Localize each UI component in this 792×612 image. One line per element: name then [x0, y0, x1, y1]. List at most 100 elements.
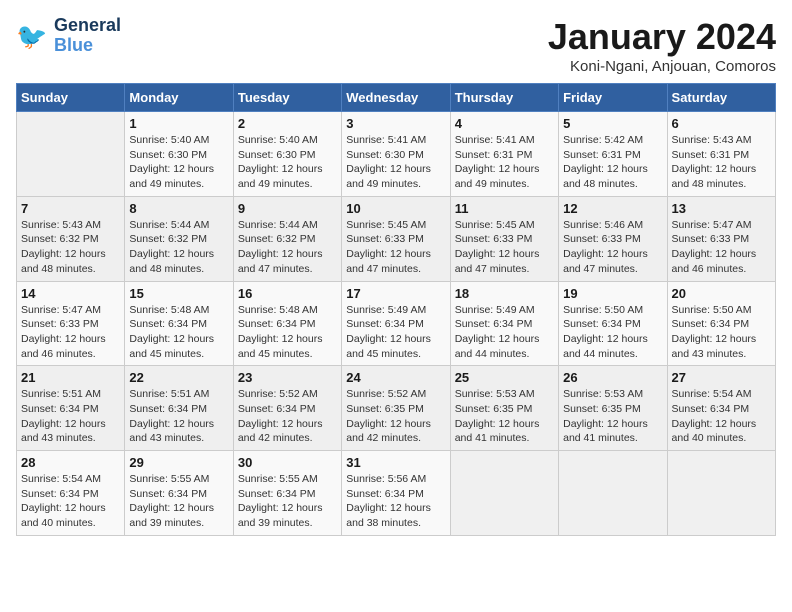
calendar-cell: 17 Sunrise: 5:49 AM Sunset: 6:34 PM Dayli… — [342, 281, 450, 366]
calendar-cell: 11 Sunrise: 5:45 AM Sunset: 6:33 PM Dayli… — [450, 196, 558, 281]
day-info: Sunrise: 5:47 AM Sunset: 6:33 PM Dayligh… — [21, 303, 120, 362]
calendar-cell: 26 Sunrise: 5:53 AM Sunset: 6:35 PM Dayli… — [559, 366, 667, 451]
day-number: 13 — [672, 201, 771, 216]
days-of-week-row: SundayMondayTuesdayWednesdayThursdayFrid… — [17, 84, 776, 112]
calendar-cell: 10 Sunrise: 5:45 AM Sunset: 6:33 PM Dayli… — [342, 196, 450, 281]
day-number: 17 — [346, 286, 445, 301]
day-info: Sunrise: 5:45 AM Sunset: 6:33 PM Dayligh… — [455, 218, 554, 277]
day-info: Sunrise: 5:43 AM Sunset: 6:32 PM Dayligh… — [21, 218, 120, 277]
day-info: Sunrise: 5:44 AM Sunset: 6:32 PM Dayligh… — [129, 218, 228, 277]
calendar-cell: 14 Sunrise: 5:47 AM Sunset: 6:33 PM Dayli… — [17, 281, 125, 366]
calendar-week-3: 14 Sunrise: 5:47 AM Sunset: 6:33 PM Dayli… — [17, 281, 776, 366]
day-info: Sunrise: 5:40 AM Sunset: 6:30 PM Dayligh… — [129, 133, 228, 192]
day-info: Sunrise: 5:54 AM Sunset: 6:34 PM Dayligh… — [672, 387, 771, 446]
day-number: 8 — [129, 201, 228, 216]
day-info: Sunrise: 5:50 AM Sunset: 6:34 PM Dayligh… — [563, 303, 662, 362]
day-header-sunday: Sunday — [17, 84, 125, 112]
day-number: 14 — [21, 286, 120, 301]
day-info: Sunrise: 5:53 AM Sunset: 6:35 PM Dayligh… — [563, 387, 662, 446]
day-header-wednesday: Wednesday — [342, 84, 450, 112]
day-number: 26 — [563, 370, 662, 385]
calendar-cell: 8 Sunrise: 5:44 AM Sunset: 6:32 PM Daylig… — [125, 196, 233, 281]
calendar-week-2: 7 Sunrise: 5:43 AM Sunset: 6:32 PM Daylig… — [17, 196, 776, 281]
location-title: Koni-Ngani, Anjouan, Comoros — [548, 58, 776, 75]
day-header-tuesday: Tuesday — [233, 84, 341, 112]
day-number: 12 — [563, 201, 662, 216]
day-info: Sunrise: 5:55 AM Sunset: 6:34 PM Dayligh… — [129, 472, 228, 531]
day-info: Sunrise: 5:40 AM Sunset: 6:30 PM Dayligh… — [238, 133, 337, 192]
calendar-cell: 31Sunrise: 5:56 AM Sunset: 6:34 PM Dayli… — [342, 451, 450, 536]
calendar-cell: 1Sunrise: 5:40 AM Sunset: 6:30 PM Daylig… — [125, 112, 233, 197]
day-info: Sunrise: 5:51 AM Sunset: 6:34 PM Dayligh… — [129, 387, 228, 446]
day-number: 21 — [21, 370, 120, 385]
calendar-week-5: 28 Sunrise: 5:54 AM Sunset: 6:34 PM Dayli… — [17, 451, 776, 536]
day-number: 28 — [21, 455, 120, 470]
calendar-cell: 22 Sunrise: 5:51 AM Sunset: 6:34 PM Dayli… — [125, 366, 233, 451]
calendar-cell: 15Sunrise: 5:48 AM Sunset: 6:34 PM Dayli… — [125, 281, 233, 366]
day-header-thursday: Thursday — [450, 84, 558, 112]
day-info: Sunrise: 5:55 AM Sunset: 6:34 PM Dayligh… — [238, 472, 337, 531]
calendar-header: SundayMondayTuesdayWednesdayThursdayFrid… — [17, 84, 776, 112]
calendar-week-4: 21 Sunrise: 5:51 AM Sunset: 6:34 PM Dayli… — [17, 366, 776, 451]
day-number: 16 — [238, 286, 337, 301]
calendar-cell: 5 Sunrise: 5:42 AM Sunset: 6:31 PM Daylig… — [559, 112, 667, 197]
day-info: Sunrise: 5:54 AM Sunset: 6:34 PM Dayligh… — [21, 472, 120, 531]
day-number: 22 — [129, 370, 228, 385]
calendar-cell: 23Sunrise: 5:52 AM Sunset: 6:34 PM Dayli… — [233, 366, 341, 451]
day-number: 11 — [455, 201, 554, 216]
calendar-cell: 3Sunrise: 5:41 AM Sunset: 6:30 PM Daylig… — [342, 112, 450, 197]
calendar-cell: 2 Sunrise: 5:40 AM Sunset: 6:30 PM Daylig… — [233, 112, 341, 197]
page-header: 🐦 General Blue January 2024 Koni-Ngani, … — [16, 16, 776, 75]
calendar-cell: 7 Sunrise: 5:43 AM Sunset: 6:32 PM Daylig… — [17, 196, 125, 281]
day-number: 24 — [346, 370, 445, 385]
day-header-saturday: Saturday — [667, 84, 775, 112]
calendar-cell: 20 Sunrise: 5:50 AM Sunset: 6:34 PM Dayli… — [667, 281, 775, 366]
day-number: 25 — [455, 370, 554, 385]
calendar-cell: 18Sunrise: 5:49 AM Sunset: 6:34 PM Dayli… — [450, 281, 558, 366]
day-info: Sunrise: 5:47 AM Sunset: 6:33 PM Dayligh… — [672, 218, 771, 277]
logo-blue-text: Blue — [54, 36, 121, 56]
logo-general-text: General — [54, 16, 121, 36]
day-info: Sunrise: 5:45 AM Sunset: 6:33 PM Dayligh… — [346, 218, 445, 277]
calendar-cell — [559, 451, 667, 536]
day-header-friday: Friday — [559, 84, 667, 112]
day-number: 5 — [563, 116, 662, 131]
calendar-cell — [450, 451, 558, 536]
day-info: Sunrise: 5:48 AM Sunset: 6:34 PM Dayligh… — [238, 303, 337, 362]
day-info: Sunrise: 5:50 AM Sunset: 6:34 PM Dayligh… — [672, 303, 771, 362]
day-info: Sunrise: 5:41 AM Sunset: 6:30 PM Dayligh… — [346, 133, 445, 192]
calendar-cell: 29Sunrise: 5:55 AM Sunset: 6:34 PM Dayli… — [125, 451, 233, 536]
day-info: Sunrise: 5:56 AM Sunset: 6:34 PM Dayligh… — [346, 472, 445, 531]
day-number: 9 — [238, 201, 337, 216]
day-info: Sunrise: 5:53 AM Sunset: 6:35 PM Dayligh… — [455, 387, 554, 446]
calendar-cell — [17, 112, 125, 197]
calendar-cell: 30 Sunrise: 5:55 AM Sunset: 6:34 PM Dayli… — [233, 451, 341, 536]
calendar-cell: 6Sunrise: 5:43 AM Sunset: 6:31 PM Daylig… — [667, 112, 775, 197]
day-number: 7 — [21, 201, 120, 216]
day-info: Sunrise: 5:52 AM Sunset: 6:35 PM Dayligh… — [346, 387, 445, 446]
day-info: Sunrise: 5:49 AM Sunset: 6:34 PM Dayligh… — [346, 303, 445, 362]
day-number: 20 — [672, 286, 771, 301]
day-info: Sunrise: 5:41 AM Sunset: 6:31 PM Dayligh… — [455, 133, 554, 192]
day-number: 30 — [238, 455, 337, 470]
logo: 🐦 General Blue — [16, 16, 121, 56]
calendar-cell: 9 Sunrise: 5:44 AM Sunset: 6:32 PM Daylig… — [233, 196, 341, 281]
day-info: Sunrise: 5:44 AM Sunset: 6:32 PM Dayligh… — [238, 218, 337, 277]
day-number: 2 — [238, 116, 337, 131]
svg-text:🐦: 🐦 — [16, 23, 47, 51]
calendar-cell: 21 Sunrise: 5:51 AM Sunset: 6:34 PM Dayli… — [17, 366, 125, 451]
day-number: 15 — [129, 286, 228, 301]
title-area: January 2024 Koni-Ngani, Anjouan, Comoro… — [548, 16, 776, 75]
day-number: 10 — [346, 201, 445, 216]
day-info: Sunrise: 5:42 AM Sunset: 6:31 PM Dayligh… — [563, 133, 662, 192]
calendar-cell: 27Sunrise: 5:54 AM Sunset: 6:34 PM Dayli… — [667, 366, 775, 451]
day-number: 23 — [238, 370, 337, 385]
day-info: Sunrise: 5:49 AM Sunset: 6:34 PM Dayligh… — [455, 303, 554, 362]
day-info: Sunrise: 5:43 AM Sunset: 6:31 PM Dayligh… — [672, 133, 771, 192]
calendar-week-1: 1Sunrise: 5:40 AM Sunset: 6:30 PM Daylig… — [17, 112, 776, 197]
calendar-cell: 19Sunrise: 5:50 AM Sunset: 6:34 PM Dayli… — [559, 281, 667, 366]
calendar-cell: 25 Sunrise: 5:53 AM Sunset: 6:35 PM Dayli… — [450, 366, 558, 451]
calendar-cell — [667, 451, 775, 536]
calendar-table: SundayMondayTuesdayWednesdayThursdayFrid… — [16, 83, 776, 536]
day-info: Sunrise: 5:51 AM Sunset: 6:34 PM Dayligh… — [21, 387, 120, 446]
